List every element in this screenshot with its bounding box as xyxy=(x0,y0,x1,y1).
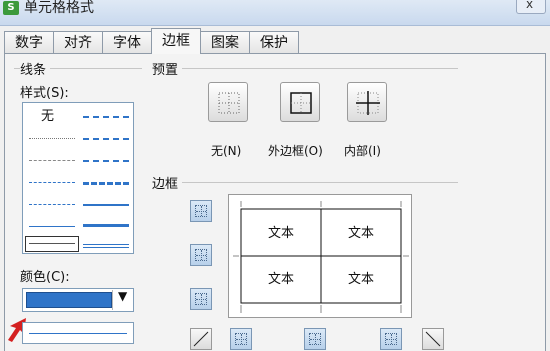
preset-outline-button[interactable] xyxy=(280,82,320,122)
tab-pattern[interactable]: 图案 xyxy=(200,31,250,54)
line-style-medium-dash-dot-dot[interactable] xyxy=(83,160,129,162)
app-icon: S xyxy=(3,1,19,15)
border-divider xyxy=(182,182,458,183)
border-right-button[interactable] xyxy=(380,328,402,350)
line-style-medium-dash-dot[interactable] xyxy=(83,138,129,140)
line-style-medium[interactable] xyxy=(83,204,129,206)
line-style-long-dash[interactable] xyxy=(29,204,75,205)
presets-divider xyxy=(178,68,458,69)
preset-inside-label: 内部(I) xyxy=(344,144,381,158)
line-style-dashed-thin[interactable] xyxy=(29,160,75,161)
preset-outline-label: 外边框(O) xyxy=(268,144,323,158)
border-preview[interactable]: 文本 文本 文本 文本 xyxy=(228,194,412,318)
preset-none-label: 无(N) xyxy=(211,144,242,158)
border-center-icon xyxy=(309,333,321,345)
tab-number[interactable]: 数字 xyxy=(4,31,54,54)
preset-none-button[interactable] xyxy=(208,82,248,122)
dropdown-button[interactable]: ▼ xyxy=(112,289,132,310)
line-style-double[interactable] xyxy=(83,244,129,248)
border-left-button[interactable] xyxy=(230,328,252,350)
line-style-thick[interactable] xyxy=(83,224,129,227)
line-preview xyxy=(22,322,134,344)
presets-title: 预置 xyxy=(152,59,183,78)
close-button[interactable]: x xyxy=(516,0,546,14)
color-label: 颜色(C): xyxy=(20,266,74,285)
border-top-icon xyxy=(195,205,207,217)
border-middle-icon xyxy=(195,249,207,261)
preset-inside-icon xyxy=(356,91,380,115)
border-diagonal-up-button[interactable] xyxy=(190,328,212,350)
tab-protection[interactable]: 保护 xyxy=(249,31,299,54)
line-style-dotted[interactable] xyxy=(29,138,75,139)
tab-strip: 数字 对齐 字体 边框 图案 保护 xyxy=(4,28,299,54)
preset-inside-button[interactable] xyxy=(347,82,387,122)
border-middle-horizontal-button[interactable] xyxy=(190,244,212,266)
preview-cell-text: 文本 xyxy=(267,226,294,241)
line-style-medium-dash[interactable] xyxy=(83,116,129,118)
line-style-none[interactable]: 无 xyxy=(41,105,54,124)
line-style-selected[interactable] xyxy=(25,236,79,252)
chevron-down-icon: ▼ xyxy=(118,289,128,303)
preview-cell-text: 文本 xyxy=(347,272,374,287)
style-label: 样式(S): xyxy=(20,82,73,101)
tab-alignment[interactable]: 对齐 xyxy=(53,31,103,54)
border-top-button[interactable] xyxy=(190,200,212,222)
border-left-icon xyxy=(235,333,247,345)
line-style-list[interactable]: 无 xyxy=(22,102,134,254)
preview-cell-text: 文本 xyxy=(347,226,374,241)
color-swatch xyxy=(26,292,112,308)
line-group-title: 线条 xyxy=(20,59,51,78)
tab-border[interactable]: 边框 xyxy=(151,28,201,54)
diagonal-down-icon xyxy=(425,331,441,347)
preset-none-icon xyxy=(218,92,240,114)
border-diagonal-down-button[interactable] xyxy=(422,328,444,350)
line-style-thick-dash[interactable] xyxy=(83,182,129,185)
title-bar: S 单元格格式 x xyxy=(0,0,550,26)
tab-font[interactable]: 字体 xyxy=(102,31,152,54)
line-style-thin[interactable] xyxy=(29,226,75,227)
line-style-dash-dot[interactable] xyxy=(29,182,75,183)
color-select[interactable]: ▼ xyxy=(22,288,134,312)
preview-cell-text: 文本 xyxy=(267,272,294,287)
border-title: 边框 xyxy=(152,173,183,192)
window-title: 单元格格式 xyxy=(24,0,94,16)
preset-outline-icon xyxy=(290,92,312,114)
border-middle-vertical-button[interactable] xyxy=(304,328,326,350)
border-bottom-icon xyxy=(195,293,207,305)
border-bottom-button[interactable] xyxy=(190,288,212,310)
close-icon: x xyxy=(526,0,534,11)
diagonal-up-icon xyxy=(193,331,209,347)
border-right-icon xyxy=(385,333,397,345)
